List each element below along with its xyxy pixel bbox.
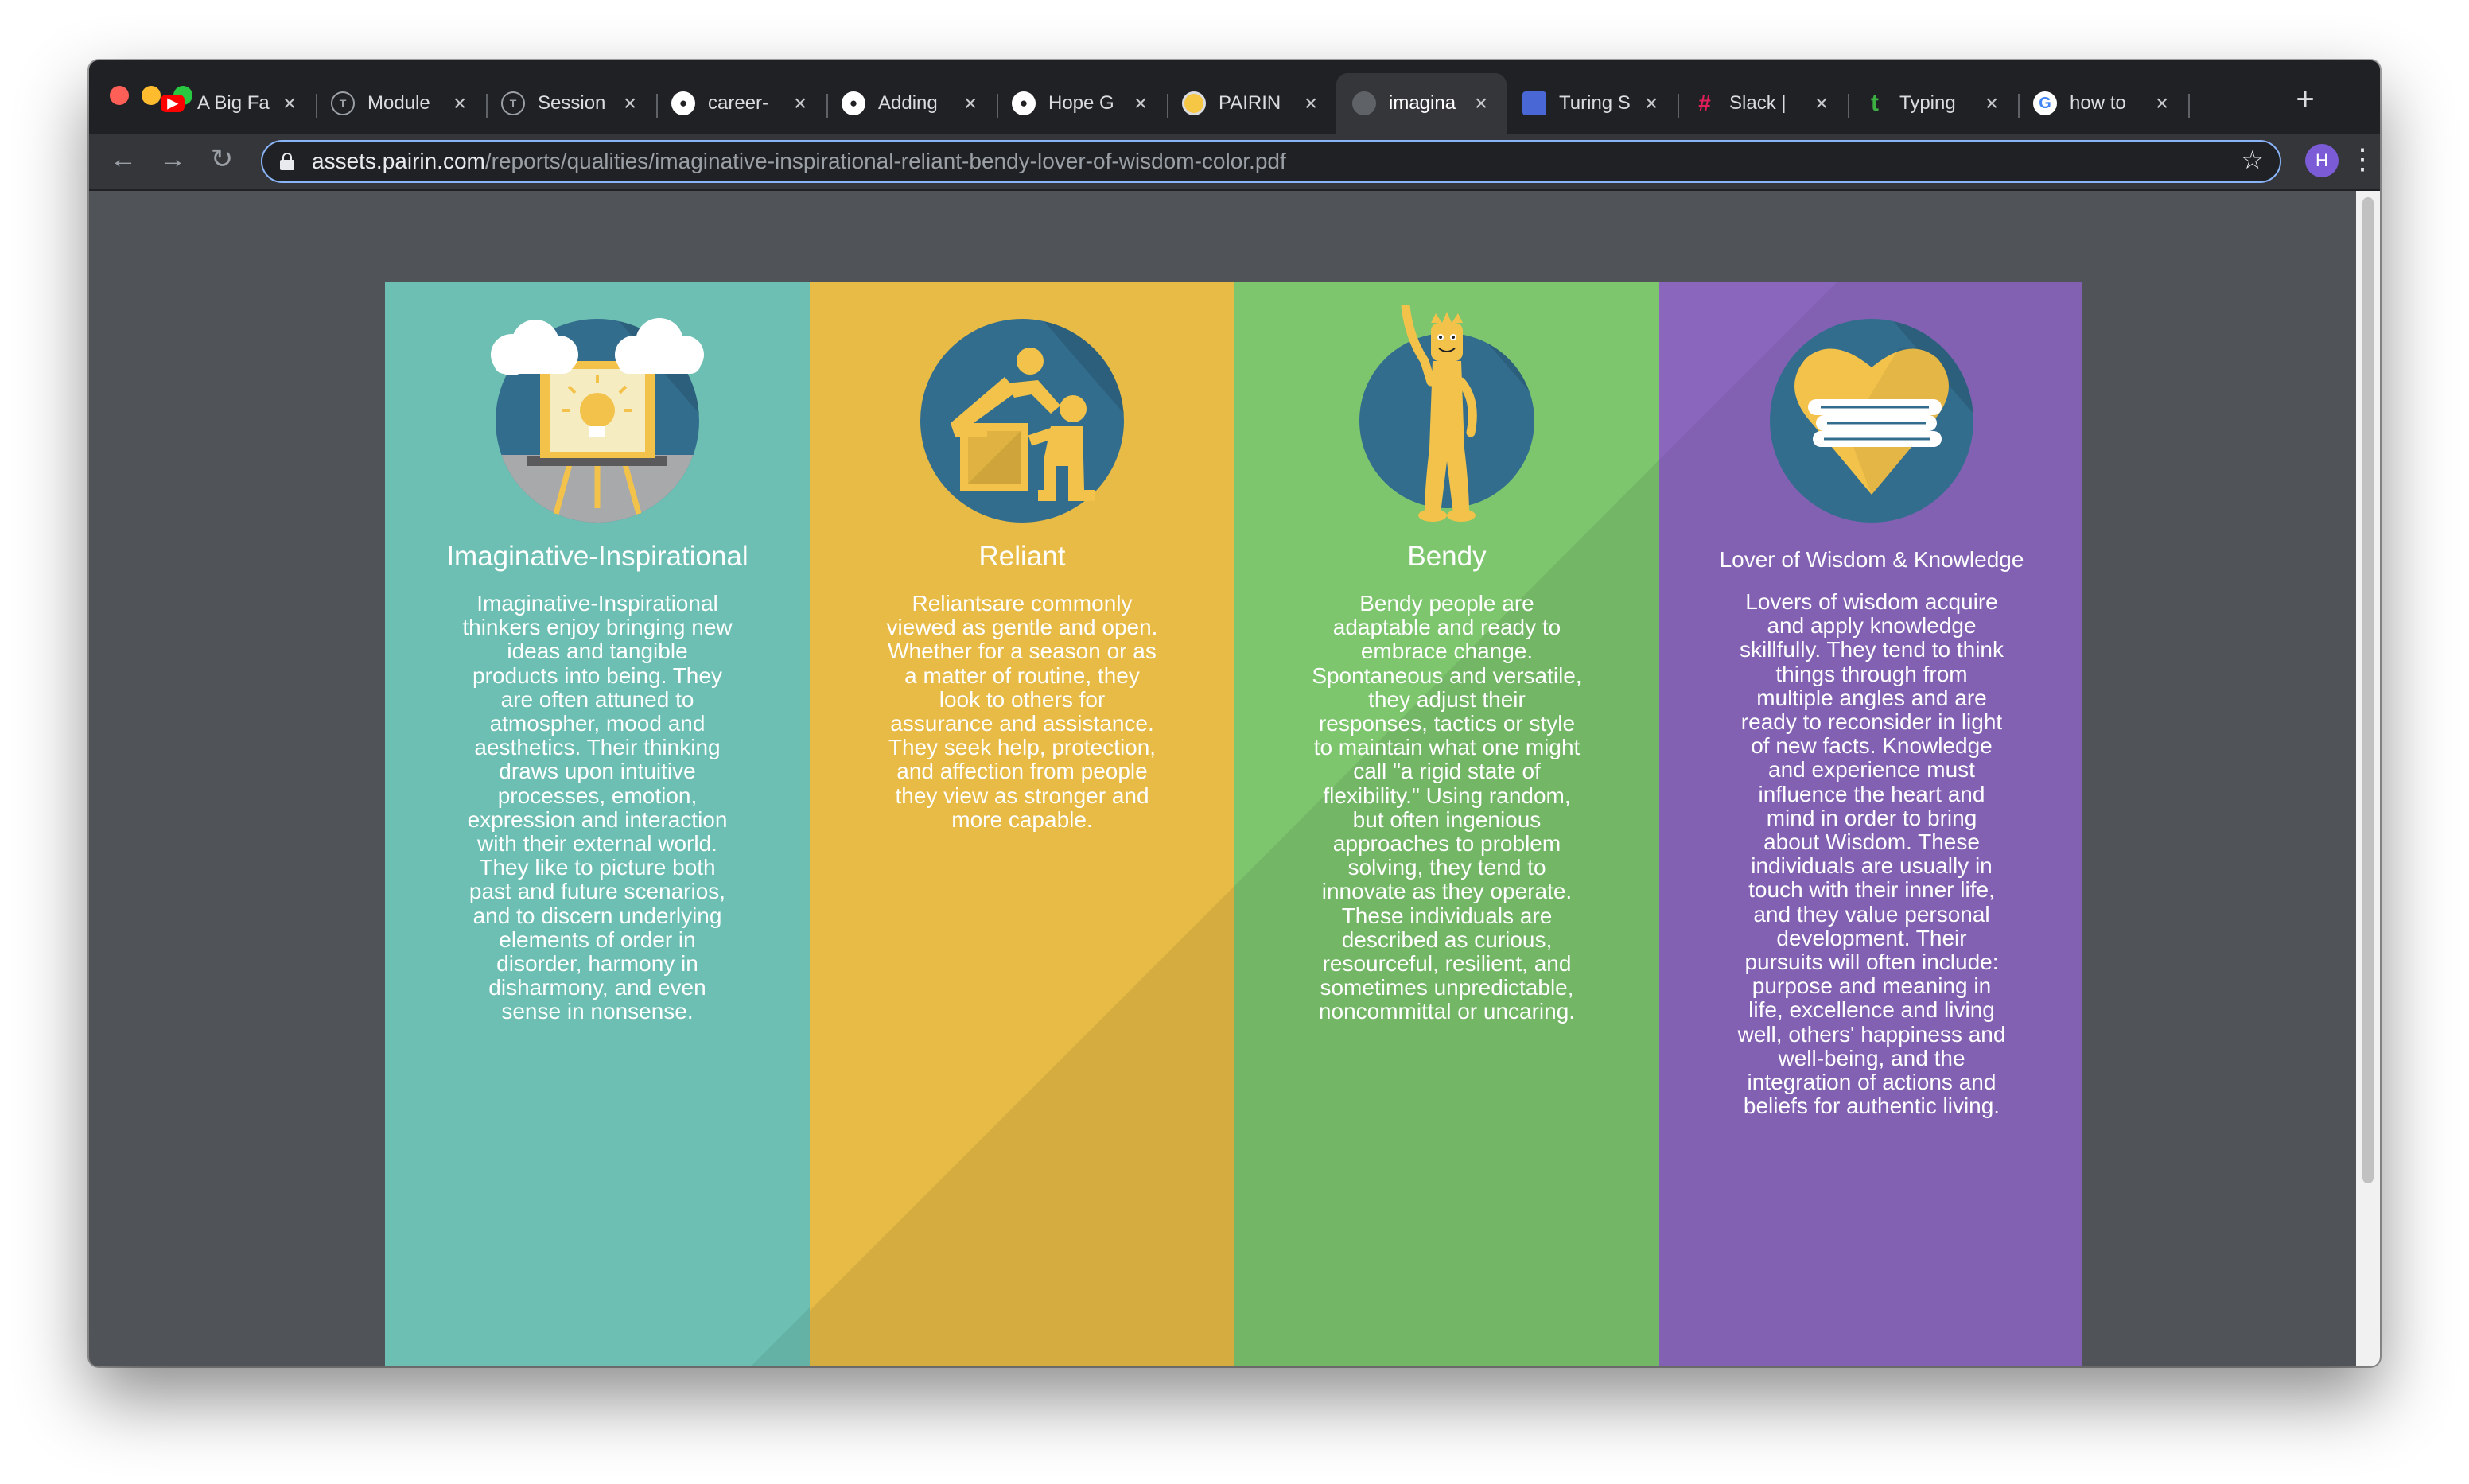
new-tab-button[interactable]: +	[2286, 81, 2324, 119]
turing-calendar-icon	[1522, 91, 1546, 115]
turing-icon: T	[501, 91, 525, 115]
youtube-icon: ▶	[161, 95, 185, 112]
close-tab-icon[interactable]: ×	[791, 91, 810, 116]
tab-title: Slack |	[1729, 92, 1787, 114]
browser-menu-icon[interactable]: ⋮	[2348, 142, 2377, 178]
close-tab-icon[interactable]: ×	[1812, 91, 1831, 116]
close-tab-icon[interactable]: ×	[450, 91, 469, 116]
tab-session[interactable]: T Session ×	[485, 73, 655, 134]
close-tab-icon[interactable]: ×	[2152, 91, 2172, 116]
profile-avatar[interactable]: H	[2305, 144, 2339, 177]
github-icon: ●	[1012, 91, 1036, 115]
typing-icon: t	[1871, 90, 1879, 116]
helping-figures-icon	[920, 319, 1124, 523]
url-text[interactable]: assets.pairin.com/reports/qualities/imag…	[312, 149, 1286, 174]
close-tab-icon[interactable]: ×	[1301, 91, 1320, 116]
tab-title: Module	[367, 92, 430, 114]
tab-title: PAIRIN	[1219, 92, 1281, 114]
tab-hope[interactable]: ● Hope G ×	[996, 73, 1166, 134]
tab-career[interactable]: ● career- ×	[655, 73, 826, 134]
globe-icon	[1352, 91, 1376, 115]
close-tab-icon[interactable]: ×	[280, 91, 299, 116]
turing-icon: T	[331, 91, 355, 115]
tab-imaginative[interactable]: imagina ×	[1336, 73, 1507, 134]
tab-title: Turing S	[1559, 92, 1631, 114]
tab-turing-schedule[interactable]: Turing S ×	[1507, 73, 1677, 134]
quality-title: Imaginative-Inspirational	[446, 541, 748, 572]
bookmark-star-icon[interactable]: ☆	[2241, 145, 2264, 175]
browser-window: ▶ A Big Fa × T Module × T Session × ● ca…	[89, 60, 2380, 1366]
pdf-page: Imaginative-Inspirational Imaginative-In…	[385, 282, 2082, 1366]
quality-description: Reliantsare commonly viewed as gentle an…	[886, 591, 1158, 832]
close-window-button[interactable]	[110, 86, 129, 105]
tab-title: Hope G	[1048, 92, 1114, 114]
tab-title: how to	[2070, 92, 2126, 114]
tab-slack[interactable]: # Slack | ×	[1677, 73, 1847, 134]
tab-how-to[interactable]: G how to ×	[2017, 73, 2187, 134]
tab-title: A Big Fa	[197, 92, 270, 114]
url-host: assets.pairin.com	[312, 149, 485, 173]
quality-description: Bendy people are adaptable and ready to …	[1312, 591, 1582, 1024]
pairin-icon	[1182, 91, 1206, 115]
close-tab-icon[interactable]: ×	[1982, 91, 2001, 116]
scrollbar-thumb[interactable]	[2362, 197, 2374, 1183]
heart-books-icon	[1770, 319, 1973, 523]
quality-column-reliant: Reliant Reliantsare commonly viewed as g…	[810, 282, 1234, 1366]
quality-description: Imaginative-Inspirational thinkers enjoy…	[462, 591, 733, 1024]
close-tab-icon[interactable]: ×	[1131, 91, 1150, 116]
slack-icon: #	[1698, 91, 1711, 115]
github-icon: ●	[842, 91, 865, 115]
tab-youtube[interactable]: ▶ A Big Fa ×	[145, 73, 315, 134]
tab-module[interactable]: T Module ×	[315, 73, 485, 134]
quality-column-bendy: Bendy Bendy people are adaptable and rea…	[1234, 282, 1659, 1366]
bendy-figure-icon	[1359, 305, 1534, 522]
google-icon: G	[2033, 91, 2057, 115]
back-button[interactable]: ←	[105, 142, 142, 178]
tab-title: career-	[708, 92, 769, 114]
tab-title: imagina	[1389, 92, 1456, 114]
tab-pairin[interactable]: PAIRIN ×	[1166, 73, 1336, 134]
tab-separator	[2188, 94, 2190, 118]
reload-button[interactable]: ↻	[204, 142, 240, 178]
vertical-scrollbar[interactable]	[2356, 191, 2380, 1366]
tab-strip: ▶ A Big Fa × T Module × T Session × ● ca…	[89, 60, 2380, 134]
quality-title: Reliant	[978, 541, 1066, 572]
quality-description: Lovers of wisdom acquire and apply knowl…	[1737, 589, 2006, 1119]
tab-typing[interactable]: t Typing ×	[1847, 73, 2017, 134]
lock-icon[interactable]	[280, 153, 294, 170]
quality-column-lover-of-wisdom: Lover of Wisdom & Knowledge Lovers of wi…	[1659, 282, 2082, 1366]
tab-adding[interactable]: ● Adding ×	[826, 73, 996, 134]
close-tab-icon[interactable]: ×	[1472, 91, 1491, 116]
close-tab-icon[interactable]: ×	[620, 91, 640, 116]
quality-column-imaginative: Imaginative-Inspirational Imaginative-In…	[385, 282, 810, 1366]
forward-button[interactable]: →	[154, 142, 191, 178]
tab-title: Session	[538, 92, 606, 114]
address-bar[interactable]: assets.pairin.com/reports/qualities/imag…	[261, 140, 2281, 183]
easel-lightbulb-icon	[491, 318, 704, 523]
tab-title: Typing	[1899, 92, 1956, 114]
pdf-viewer: Imaginative-Inspirational Imaginative-In…	[89, 191, 2380, 1366]
url-path: /reports/qualities/imaginative-inspirati…	[484, 149, 1286, 173]
browser-toolbar: ← → ↻ assets.pairin.com/reports/qualitie…	[89, 134, 2380, 191]
quality-title: Lover of Wisdom & Knowledge	[1719, 547, 2024, 572]
close-tab-icon[interactable]: ×	[961, 91, 980, 116]
close-tab-icon[interactable]: ×	[1642, 91, 1661, 116]
quality-title: Bendy	[1407, 541, 1487, 572]
tab-title: Adding	[878, 92, 938, 114]
github-icon: ●	[671, 91, 695, 115]
